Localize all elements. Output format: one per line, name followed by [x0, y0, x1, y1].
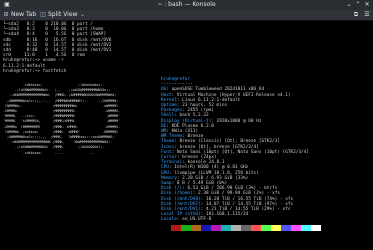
info-value: 192.168.1.115/24	[205, 212, 249, 218]
palette-swatch	[211, 224, 221, 231]
window-title: ~ : bash — Konsole	[157, 1, 216, 8]
minimize-icon[interactable]: ⌄	[345, 1, 353, 9]
new-tab-label: New Tab	[11, 11, 37, 18]
split-view-icon: ◫	[40, 11, 46, 18]
palette-swatch	[281, 224, 291, 231]
ascii-logo-line: .cdkkkxoc. ..... ...	[3, 150, 95, 155]
palette-swatch	[221, 224, 231, 231]
toolbar: ⊞ New Tab ◫ Split View ⌄ ⧉ ☰	[0, 10, 373, 21]
palette-swatch	[251, 224, 261, 231]
palette-swatch	[201, 224, 211, 231]
title-bar: ▣ ~ : bash — Konsole ⌄ ⌃ ✕	[0, 0, 373, 10]
palette-swatch	[261, 224, 271, 231]
chevron-down-icon: ⌄	[79, 11, 85, 18]
new-tab-icon: ⊞	[3, 11, 9, 18]
palette-swatch	[181, 224, 191, 231]
new-tab-button[interactable]: ⊞ New Tab	[3, 11, 36, 19]
copy-icon[interactable]: ⧉	[352, 11, 360, 19]
terminal-output-line: hruhn@refur:~> fastfetch	[3, 68, 67, 74]
palette-swatch	[301, 224, 311, 231]
maximize-icon[interactable]: ⌃	[354, 1, 362, 9]
split-view-button[interactable]: ◫ Split View ⌄	[40, 11, 85, 19]
info-key: Locale	[161, 217, 177, 223]
palette-swatch	[241, 224, 251, 231]
menu-icon[interactable]: ☰	[363, 11, 371, 19]
close-icon[interactable]: ✕	[363, 1, 371, 9]
palette-swatch	[161, 224, 171, 231]
palette-swatch	[231, 224, 241, 231]
info-row: Locale: en_US.UTF-8	[161, 217, 211, 222]
palette-swatch	[271, 224, 281, 231]
palette-swatch	[311, 224, 321, 231]
split-view-label: Split View	[48, 11, 78, 18]
terminal-view[interactable]: └─sda2 8:2 0 210.0G 0 part / └─sda3 8:3 0…	[0, 21, 373, 250]
palette-swatch	[291, 224, 301, 231]
info-value: 1920x1080 @ 60 Hz	[216, 118, 262, 124]
palette-swatch	[171, 224, 181, 231]
palette-swatch	[191, 224, 201, 231]
info-value: en_US.UTF-8	[182, 217, 212, 223]
